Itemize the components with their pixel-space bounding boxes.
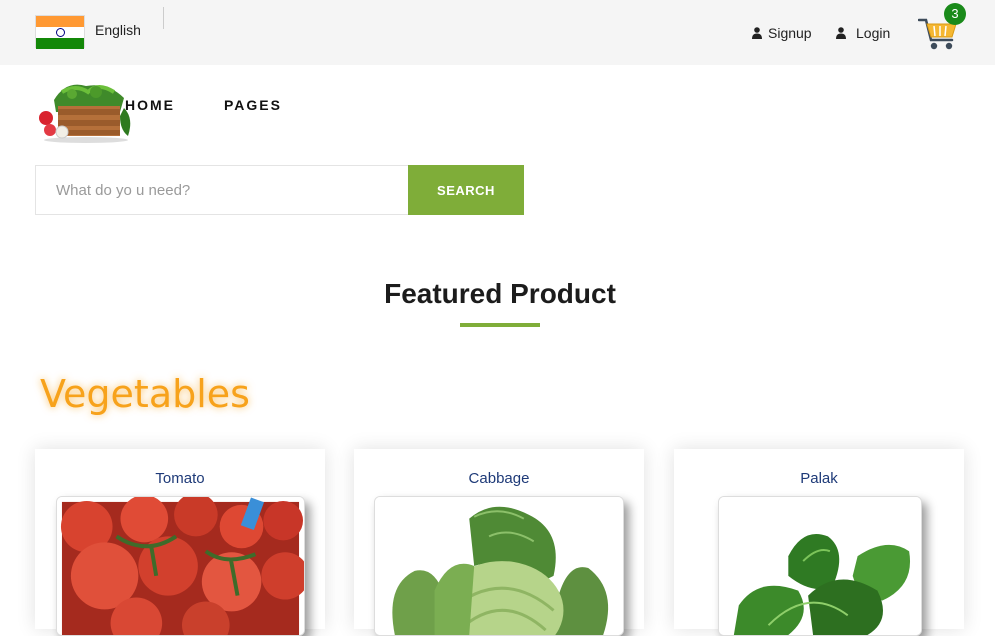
- product-image-palak[interactable]: [718, 496, 922, 636]
- signup-link[interactable]: Signup: [752, 25, 812, 41]
- category-heading: Vegetables: [40, 372, 250, 416]
- top-bar: English Signup Login 3: [0, 0, 995, 65]
- product-name: Cabbage: [468, 470, 530, 487]
- title-underline: [460, 323, 540, 327]
- section-title: Featured Product: [384, 278, 616, 309]
- search-input[interactable]: [35, 165, 409, 215]
- login-link[interactable]: Login: [836, 25, 890, 41]
- nav-pages[interactable]: PAGES: [224, 97, 282, 113]
- product-name: Tomato: [155, 470, 205, 487]
- product-image-tomato[interactable]: [56, 496, 305, 636]
- signup-label: Signup: [768, 25, 812, 41]
- product-name: Palak: [800, 470, 838, 487]
- product-card-palak[interactable]: Palak: [674, 449, 964, 636]
- vegetable-basket-logo[interactable]: [36, 78, 136, 144]
- india-flag-icon[interactable]: [35, 15, 85, 49]
- search-button[interactable]: SEARCH: [408, 165, 524, 215]
- user-icon: [752, 27, 762, 39]
- login-label: Login: [856, 25, 891, 41]
- cart-count-badge: 3: [944, 3, 966, 25]
- divider: [163, 7, 164, 29]
- product-card-tomato[interactable]: Tomato: [35, 449, 325, 636]
- product-image-cabbage[interactable]: [374, 496, 624, 636]
- product-card-cabbage[interactable]: Cabbage: [354, 449, 644, 636]
- user-icon: [836, 27, 846, 39]
- language-selector[interactable]: English: [95, 22, 141, 38]
- nav-home[interactable]: HOME: [125, 97, 175, 113]
